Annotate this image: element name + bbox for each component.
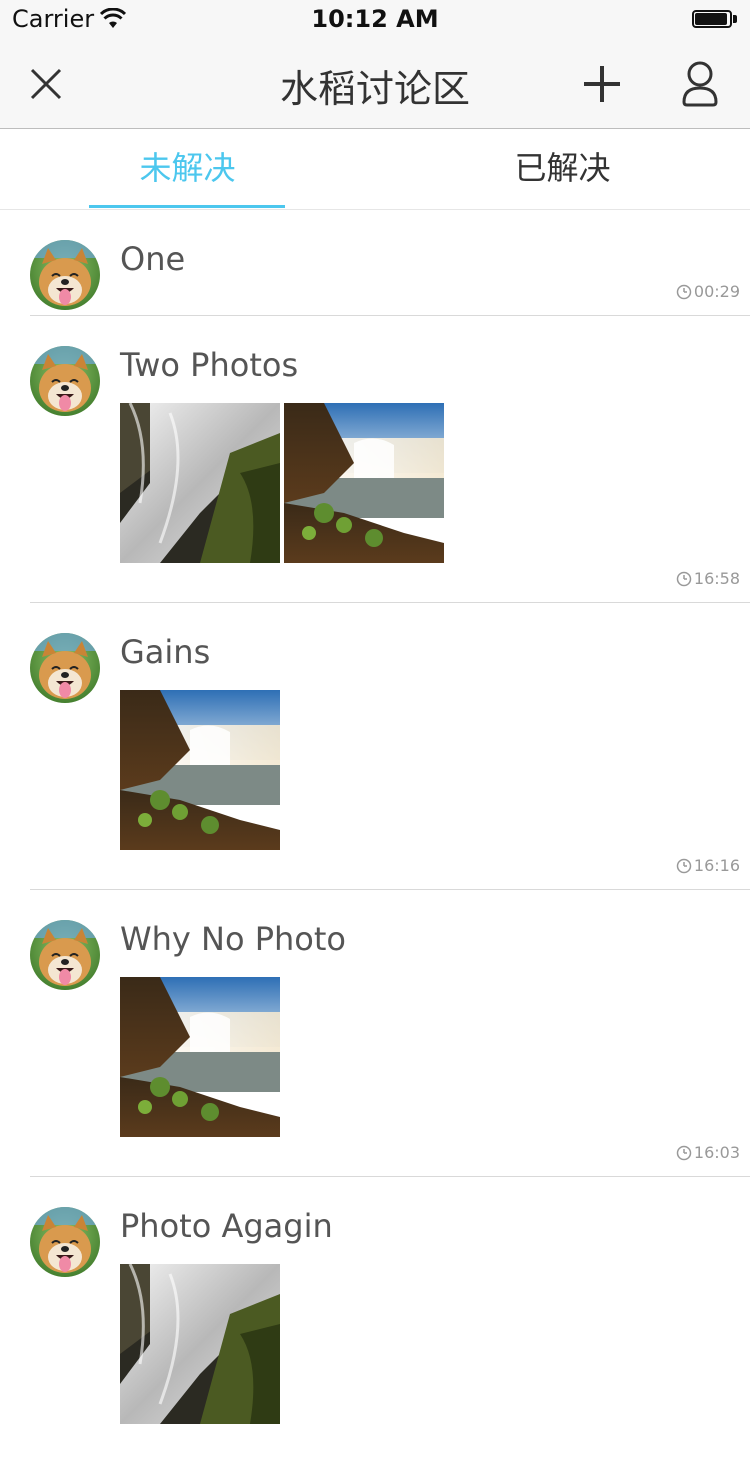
post-item[interactable]: Photo Agagin: [0, 1177, 750, 1464]
profile-button[interactable]: [674, 58, 726, 110]
post-photo[interactable]: [120, 1264, 280, 1424]
timestamp-text: 00:29: [693, 282, 740, 301]
clock-icon: [676, 571, 692, 587]
timestamp: 00:29: [676, 282, 740, 301]
segment-tabs: 未解决 已解决: [0, 129, 750, 210]
timestamp-text: 16:58: [693, 569, 740, 588]
avatar[interactable]: [30, 240, 100, 310]
post-item[interactable]: Gains 16:16: [0, 603, 750, 890]
tab-resolved[interactable]: 已解决: [375, 129, 750, 209]
avatar[interactable]: [30, 633, 100, 703]
status-bar: Carrier 10:12 AM: [0, 0, 750, 40]
navigation-bar: 水稻讨论区: [0, 40, 750, 129]
post-photo[interactable]: [120, 690, 280, 850]
avatar[interactable]: [30, 346, 100, 416]
post-photo[interactable]: [120, 403, 280, 563]
user-icon: [682, 61, 718, 107]
clock-icon: [676, 1145, 692, 1161]
post-title: One: [120, 240, 186, 278]
post-item[interactable]: Two Photos 16:58: [0, 316, 750, 603]
battery-icon: [692, 10, 738, 30]
timestamp: 16:03: [676, 1143, 740, 1162]
post-title: Two Photos: [120, 346, 299, 384]
avatar[interactable]: [30, 920, 100, 990]
active-tab-indicator: [89, 205, 285, 208]
post-photo[interactable]: [120, 977, 280, 1137]
post-item[interactable]: One 00:29: [0, 210, 750, 316]
tab-unresolved[interactable]: 未解决: [0, 129, 375, 209]
clock-icon: [676, 858, 692, 874]
post-title: Why No Photo: [120, 920, 346, 958]
avatar[interactable]: [30, 1207, 100, 1277]
plus-icon: [584, 66, 620, 102]
post-title: Gains: [120, 633, 211, 671]
post-title: Photo Agagin: [120, 1207, 333, 1245]
post-item[interactable]: Why No Photo 16:03: [0, 890, 750, 1177]
add-post-button[interactable]: [576, 58, 628, 110]
post-photo[interactable]: [284, 403, 444, 563]
clock-icon: [676, 284, 692, 300]
timestamp-text: 16:03: [693, 1143, 740, 1162]
timestamp: 16:16: [676, 856, 740, 875]
timestamp-text: 16:16: [693, 856, 740, 875]
timestamp: 16:58: [676, 569, 740, 588]
clock: 10:12 AM: [311, 5, 439, 33]
page-title: 水稻讨论区: [279, 67, 470, 111]
